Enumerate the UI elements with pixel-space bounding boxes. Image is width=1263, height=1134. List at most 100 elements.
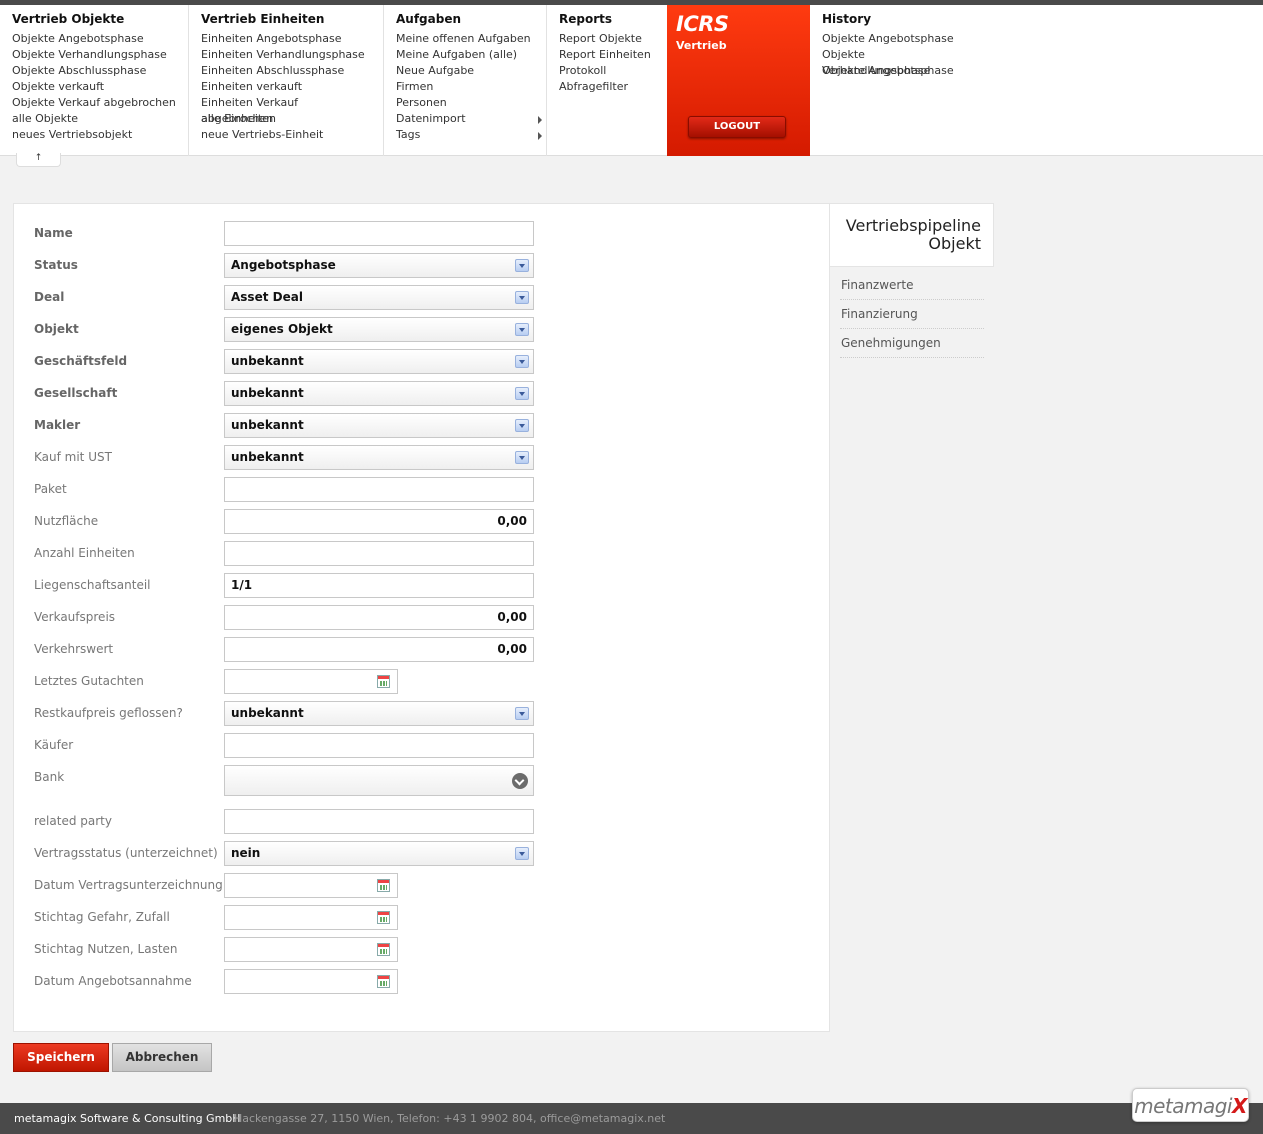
form-row-status: Status Angebotsphase: [14, 253, 831, 278]
field-label: Gesellschaft: [34, 386, 118, 400]
form-row-objekt: Objekt eigenes Objekt: [14, 317, 831, 342]
menu-item[interactable]: Report Einheiten: [559, 47, 667, 63]
form-row-bank: Bank: [14, 765, 831, 796]
status-select[interactable]: Angebotsphase: [224, 253, 534, 278]
form-row-verkaufspreis: Verkaufspreis 0,00: [14, 605, 831, 630]
stichtag-nutzen-date-input[interactable]: [224, 937, 398, 962]
menu-item[interactable]: Einheiten Verhandlungsphase: [201, 47, 383, 63]
field-label: Geschäftsfeld: [34, 354, 128, 368]
form-row-liegenschaftsanteil: Liegenschaftsanteil 1/1: [14, 573, 831, 598]
chevron-down-icon: [515, 355, 529, 368]
field-label: Nutzfläche: [34, 514, 99, 528]
brand-subtitle: Vertrieb: [676, 39, 727, 52]
paket-input[interactable]: [224, 477, 534, 502]
menu-col-vertrieb-objekte: Vertrieb Objekte Objekte Angebotsphase O…: [0, 5, 189, 156]
stichtag-gefahr-date-input[interactable]: [224, 905, 398, 930]
kauf-mit-ust-select[interactable]: unbekannt: [224, 445, 534, 470]
menu-item[interactable]: Einheiten Verkauf abgebrochen: [201, 95, 383, 125]
cancel-button[interactable]: Abbrechen: [112, 1043, 212, 1072]
gesellschaft-select[interactable]: unbekannt: [224, 381, 534, 406]
calendar-icon[interactable]: [377, 943, 390, 956]
menu-item-tags[interactable]: Tags: [396, 127, 546, 143]
deal-select[interactable]: Asset Deal: [224, 285, 534, 310]
section-title: Vertriebspipeline Objekt: [830, 203, 994, 267]
footer-company: metamagix Software & Consulting GmbH: [14, 1112, 241, 1125]
name-input[interactable]: [224, 221, 534, 246]
nutzflaeche-input[interactable]: 0,00: [224, 509, 534, 534]
menu-heading: Vertrieb Objekte: [12, 12, 125, 26]
menu-item[interactable]: Report Objekte: [559, 31, 667, 47]
datum-vertragsunterzeichnung-date-input[interactable]: [224, 873, 398, 898]
section-link-finanzierung[interactable]: Finanzierung: [840, 300, 984, 329]
select-value: nein: [231, 846, 261, 860]
select-value: unbekannt: [231, 706, 304, 720]
menu-item[interactable]: alle Objekte: [12, 111, 188, 127]
menu-item[interactable]: neue Vertriebs-Einheit: [201, 127, 383, 143]
menu-item[interactable]: Objekte Verkauf abgebrochen: [12, 95, 188, 111]
form-row-nutzflaeche: Nutzfläche 0,00: [14, 509, 831, 534]
verkehrswert-input[interactable]: 0,00: [224, 637, 534, 662]
bank-select[interactable]: [224, 765, 534, 796]
section-link-genehmigungen[interactable]: Genehmigungen: [840, 329, 984, 358]
section-title-line1: Vertriebspipeline: [845, 216, 981, 235]
menu-item[interactable]: Neue Aufgabe: [396, 63, 546, 79]
field-label: Letztes Gutachten: [34, 674, 144, 688]
vertragsstatus-select[interactable]: nein: [224, 841, 534, 866]
menu-item[interactable]: Objekte Verhandlungsphase: [12, 47, 188, 63]
menu-item-datenimport[interactable]: Datenimport: [396, 111, 546, 127]
form-row-letztes-gutachten: Letztes Gutachten: [14, 669, 831, 694]
kaeufer-input[interactable]: [224, 733, 534, 758]
menu-item[interactable]: Protokoll: [559, 63, 667, 79]
menu-item-label: Datenimport: [396, 112, 466, 125]
calendar-icon[interactable]: [377, 975, 390, 988]
field-label: Makler: [34, 418, 81, 432]
menu-item[interactable]: Objekte Angebotsphase: [822, 63, 980, 79]
calendar-icon[interactable]: [377, 879, 390, 892]
menu-item[interactable]: neues Vertriebsobjekt: [12, 127, 188, 143]
form-row-datum-vertragsunterzeichnung: Datum Vertragsunterzeichnung: [14, 873, 831, 898]
select-value: unbekannt: [231, 418, 304, 432]
field-label: Anzahl Einheiten: [34, 546, 135, 560]
save-button[interactable]: Speichern: [13, 1043, 109, 1072]
field-label: Verkehrswert: [34, 642, 114, 656]
logout-button[interactable]: LOGOUT: [688, 116, 786, 138]
verkaufspreis-input[interactable]: 0,00: [224, 605, 534, 630]
form-row-deal: Deal Asset Deal: [14, 285, 831, 310]
letztes-gutachten-date-input[interactable]: [224, 669, 398, 694]
submenu-arrow-icon: [538, 132, 542, 140]
menu-item[interactable]: Einheiten verkauft: [201, 79, 383, 95]
restkaufpreis-select[interactable]: unbekannt: [224, 701, 534, 726]
form-row-vertragsstatus: Vertragsstatus (unterzeichnet) nein: [14, 841, 831, 866]
menu-item[interactable]: Objekte Abschlussphase: [12, 63, 188, 79]
menu-item[interactable]: Objekte verkauft: [12, 79, 188, 95]
liegenschaftsanteil-input[interactable]: 1/1: [224, 573, 534, 598]
related-party-input[interactable]: [224, 809, 534, 834]
menu-item[interactable]: Einheiten Abschlussphase: [201, 63, 383, 79]
menu-item[interactable]: Meine Aufgaben (alle): [396, 47, 546, 63]
collapse-menu-button[interactable]: ↑: [16, 153, 61, 167]
arrow-up-icon: ↑: [34, 153, 43, 163]
menu-item[interactable]: Firmen: [396, 79, 546, 95]
anzahl-einheiten-input[interactable]: [224, 541, 534, 566]
menu-item[interactable]: Objekte Angebotsphase: [12, 31, 188, 47]
makler-select[interactable]: unbekannt: [224, 413, 534, 438]
calendar-icon[interactable]: [377, 675, 390, 688]
menu-heading: Reports: [559, 12, 613, 26]
menu-item[interactable]: Abfragefilter: [559, 79, 667, 95]
menu-item[interactable]: Einheiten Angebotsphase: [201, 31, 383, 47]
menu-item[interactable]: Personen: [396, 95, 546, 111]
field-label: Restkaufpreis geflossen?: [34, 706, 183, 720]
field-label: Liegenschaftsanteil: [34, 578, 151, 592]
datum-angebotsannahme-date-input[interactable]: [224, 969, 398, 994]
menu-item[interactable]: Objekte Verhandlungsphase: [822, 47, 980, 77]
calendar-icon[interactable]: [377, 911, 390, 924]
field-label: related party: [34, 814, 112, 828]
section-nav: Finanzwerte Finanzierung Genehmigungen: [840, 271, 984, 358]
section-link-finanzwerte[interactable]: Finanzwerte: [840, 271, 984, 300]
menu-item[interactable]: Objekte Angebotsphase: [822, 31, 980, 47]
menu-item[interactable]: alle Einheiten: [201, 111, 383, 127]
geschaeftsfeld-select[interactable]: unbekannt: [224, 349, 534, 374]
objekt-select[interactable]: eigenes Objekt: [224, 317, 534, 342]
chevron-down-icon: [515, 259, 529, 272]
menu-item[interactable]: Meine offenen Aufgaben: [396, 31, 546, 47]
